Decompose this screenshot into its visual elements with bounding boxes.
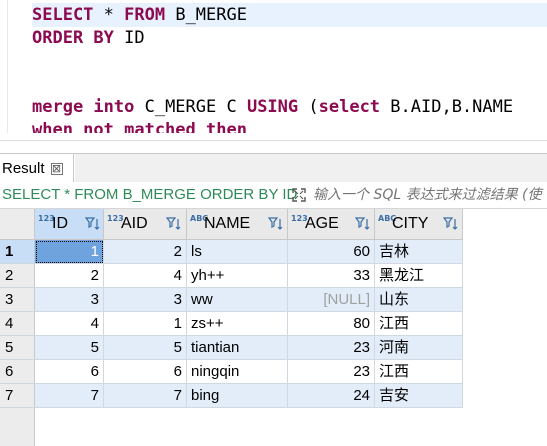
cell-aid[interactable]: 3 <box>104 288 187 312</box>
code-text: ID <box>113 28 145 48</box>
editor-line-2[interactable]: ORDER BY ID <box>32 26 145 50</box>
row-number-gutter <box>0 408 35 446</box>
cell-age[interactable]: 33 <box>288 264 375 288</box>
editor-line-1[interactable]: SELECT * FROM B_MERGE <box>32 3 547 27</box>
row-number[interactable]: 6 <box>0 360 35 384</box>
column-label: AID <box>121 215 148 232</box>
cell-name[interactable]: tiantian <box>187 336 288 360</box>
filter-input[interactable] <box>313 185 547 206</box>
cell-city[interactable]: 江西 <box>375 312 463 336</box>
expand-icon[interactable] <box>291 187 307 203</box>
column-header-city[interactable]: ABC CITY <box>375 209 463 240</box>
cell-id[interactable]: 5 <box>35 336 104 360</box>
cell-name[interactable]: bing <box>187 384 288 408</box>
sort-filter-icon[interactable] <box>268 216 284 232</box>
filter-bar: SELECT * FROM B_MERGE ORDER BY ID <box>0 182 547 209</box>
cell-age[interactable]: 80 <box>288 312 375 336</box>
cell-id[interactable]: 3 <box>35 288 104 312</box>
cell-city[interactable]: 吉安 <box>375 384 463 408</box>
tab-result-label: Result <box>2 160 45 177</box>
code-text: B.AID,B.NAME <box>380 97 514 117</box>
keyword: USING <box>246 97 299 117</box>
row-number-header <box>0 209 35 240</box>
cell-aid[interactable]: 5 <box>104 336 187 360</box>
code-text: B_MERGE <box>165 5 247 25</box>
keyword: select <box>318 97 381 117</box>
cell-city[interactable]: 山东 <box>375 288 463 312</box>
row-number[interactable]: 3 <box>0 288 35 312</box>
cell-age[interactable]: 23 <box>288 336 375 360</box>
row-number[interactable]: 2 <box>0 264 35 288</box>
cell-age[interactable]: 60 <box>288 240 375 264</box>
cell-aid[interactable]: 6 <box>104 360 187 384</box>
cell-id[interactable]: 6 <box>35 360 104 384</box>
editor-line-5[interactable]: when not matched then <box>32 118 247 133</box>
row-number[interactable]: 7 <box>0 384 35 408</box>
table-row[interactable]: 7 7 7 bing 24 吉安 <box>0 384 463 408</box>
column-header-name[interactable]: ABC NAME <box>187 209 288 240</box>
sql-editor[interactable]: SELECT * FROM B_MERGE ORDER BY ID merge … <box>0 0 547 133</box>
keyword: ORDER BY <box>32 28 114 48</box>
cell-age-null[interactable]: [NULL] <box>288 288 375 312</box>
column-label: NAME <box>204 215 251 232</box>
row-number[interactable]: 5 <box>0 336 35 360</box>
table-row[interactable]: 6 6 6 ningqin 23 江西 <box>0 360 463 384</box>
cell-id[interactable]: 2 <box>35 264 104 288</box>
cell-city[interactable]: 黑龙江 <box>375 264 463 288</box>
tab-result[interactable]: Result ⊠ <box>0 154 74 183</box>
cell-city[interactable]: 河南 <box>375 336 463 360</box>
results-grid[interactable]: 123 ID 123 AID ABC NAME 123 AGE ABC CITY… <box>0 209 547 446</box>
editor-gutter <box>0 0 8 133</box>
code-text: * <box>93 5 125 25</box>
close-icon[interactable]: ⊠ <box>50 162 63 175</box>
column-header-aid[interactable]: 123 AID <box>104 209 187 240</box>
sort-filter-icon[interactable] <box>166 216 182 232</box>
column-header-id[interactable]: 123 ID <box>35 209 104 240</box>
cell-name[interactable]: yh++ <box>187 264 288 288</box>
cell-aid[interactable]: 4 <box>104 264 187 288</box>
cell-city[interactable]: 江西 <box>375 360 463 384</box>
code-text: C_MERGE C <box>134 97 247 117</box>
editor-line-4[interactable]: merge into C_MERGE C USING (select B.AID… <box>32 95 513 119</box>
column-label: ID <box>52 215 68 232</box>
table-row[interactable]: 4 4 1 zs++ 80 江西 <box>0 312 463 336</box>
tab-bar-background <box>75 154 547 183</box>
cell-aid[interactable]: 2 <box>104 240 187 264</box>
cell-id[interactable]: 4 <box>35 312 104 336</box>
column-label: AGE <box>305 215 339 232</box>
keyword: FROM <box>124 5 166 25</box>
table-row[interactable]: 5 5 5 tiantian 23 河南 <box>0 336 463 360</box>
cell-id[interactable]: 7 <box>35 384 104 408</box>
cell-value: 1 <box>90 243 99 260</box>
code-text: ( <box>298 97 319 117</box>
sort-filter-icon[interactable] <box>443 216 459 232</box>
table-row[interactable]: 2 2 4 yh++ 33 黑龙江 <box>0 264 463 288</box>
table-row[interactable]: 1 1 2 ls 60 吉林 <box>0 240 463 264</box>
column-label: CITY <box>392 215 429 232</box>
cell-aid[interactable]: 1 <box>104 312 187 336</box>
table-row[interactable]: 3 3 3 ww [NULL] 山东 <box>0 288 463 312</box>
cell-name[interactable]: ww <box>187 288 288 312</box>
sort-filter-icon[interactable] <box>85 216 101 232</box>
keyword: SELECT <box>32 5 94 25</box>
row-number[interactable]: 4 <box>0 312 35 336</box>
cell-id[interactable]: 1 <box>35 240 104 264</box>
cell-name[interactable]: zs++ <box>187 312 288 336</box>
cell-aid[interactable]: 7 <box>104 384 187 408</box>
query-text: SELECT * FROM B_MERGE ORDER BY ID <box>2 186 298 203</box>
result-tabstrip: Result ⊠ <box>0 140 547 183</box>
cell-age[interactable]: 23 <box>288 360 375 384</box>
column-header-age[interactable]: 123 AGE <box>288 209 375 240</box>
keyword: merge into <box>32 97 135 117</box>
sort-filter-icon[interactable] <box>355 216 371 232</box>
row-number[interactable]: 1 <box>0 240 35 264</box>
cell-city[interactable]: 吉林 <box>375 240 463 264</box>
cell-age[interactable]: 24 <box>288 384 375 408</box>
cell-name[interactable]: ningqin <box>187 360 288 384</box>
cell-name[interactable]: ls <box>187 240 288 264</box>
keyword: when not matched then <box>32 120 247 133</box>
